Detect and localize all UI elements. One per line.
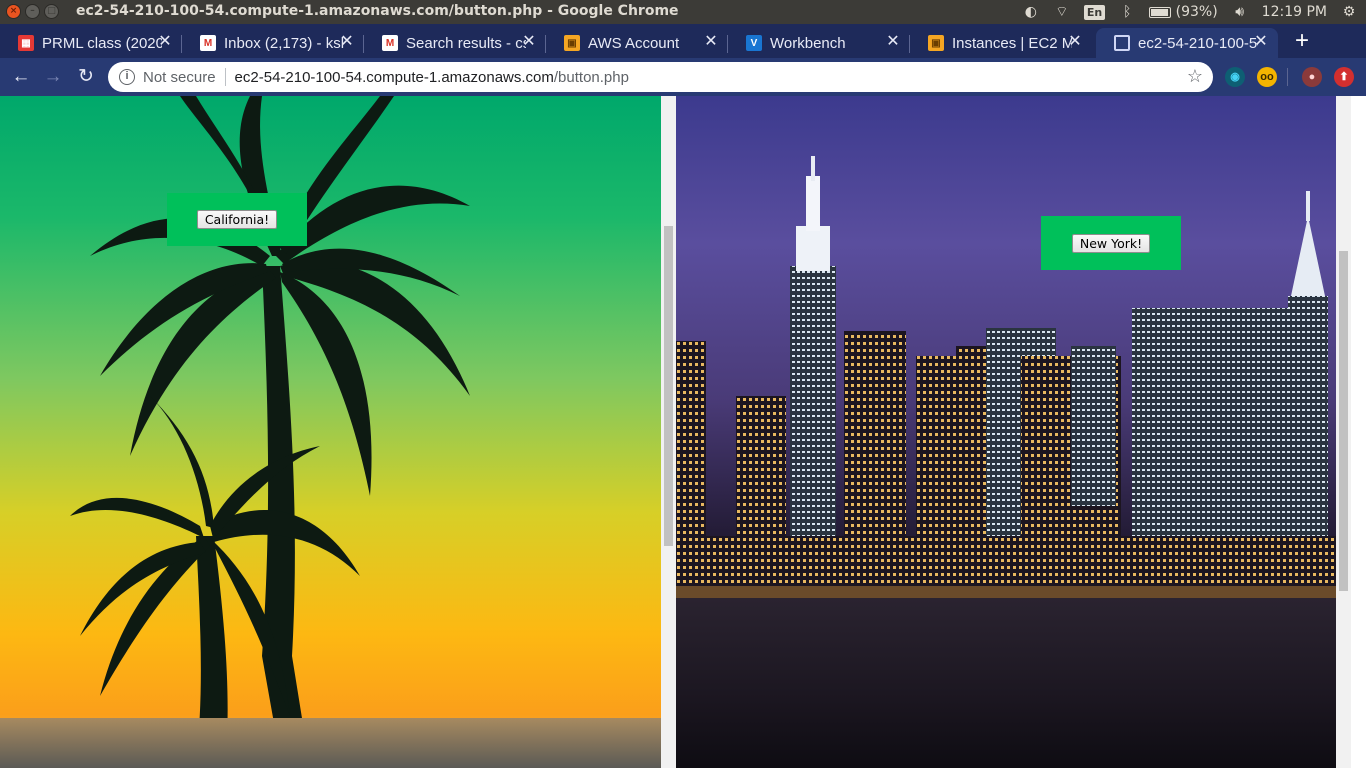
tab-close-icon[interactable]: ✕ bbox=[520, 33, 538, 51]
tab-close-icon[interactable]: ✕ bbox=[1252, 33, 1270, 51]
os-top-bar: × – □ ec2-54-210-100-54.compute-1.amazon… bbox=[0, 0, 1366, 24]
battery-icon bbox=[1149, 6, 1172, 18]
url-path[interactable]: /button.php bbox=[554, 69, 629, 86]
battery-indicator[interactable]: (93%) bbox=[1149, 4, 1218, 20]
volume-icon[interactable]: 🔊︎ bbox=[1231, 3, 1249, 21]
vocareum-icon: V bbox=[746, 35, 762, 51]
tab-label: AWS Account bbox=[588, 34, 680, 52]
gmail-icon: M bbox=[200, 35, 216, 51]
extension-upload-icon[interactable]: ⬆ bbox=[1334, 67, 1354, 87]
address-bar[interactable]: i Not secure ec2-54-210-100-54.compute-1… bbox=[108, 62, 1213, 92]
window-minimize-button[interactable]: – bbox=[25, 4, 40, 19]
new-tab-button[interactable]: + bbox=[1290, 29, 1314, 54]
california-button[interactable]: California! bbox=[196, 210, 278, 229]
window-title: ec2-54-210-100-54.compute-1.amazonaws.co… bbox=[76, 3, 679, 19]
river-water bbox=[676, 598, 1336, 768]
right-frame-scrollbar[interactable] bbox=[1336, 96, 1351, 768]
tab-label: Inbox (2,173) - ksl bbox=[224, 34, 344, 52]
tab-workbench[interactable]: V Workbench ✕ bbox=[728, 28, 910, 58]
tab-label: Instances | EC2 M bbox=[952, 34, 1072, 52]
new-york-panel: New York! bbox=[1041, 216, 1181, 270]
palm-tree-silhouette-image bbox=[70, 96, 470, 768]
bluetooth-icon[interactable]: ᛒ bbox=[1118, 3, 1136, 21]
tab-close-icon[interactable]: ✕ bbox=[1066, 33, 1084, 51]
omnibox-divider bbox=[224, 68, 226, 86]
window-maximize-button[interactable]: □ bbox=[44, 4, 59, 19]
left-scrollbar-thumb[interactable] bbox=[664, 226, 673, 546]
aws-icon: ▣ bbox=[564, 35, 580, 51]
wifi-icon[interactable]: ⌔ bbox=[1053, 3, 1071, 21]
tab-button-php[interactable]: ec2-54-210-100-54 ✕ bbox=[1096, 28, 1278, 58]
profile-avatar[interactable]: ● bbox=[1302, 67, 1322, 87]
system-tray: ◐ ⌔ En ᛒ (93%) 🔊︎ 12:19 PM ⚙ bbox=[1022, 2, 1358, 22]
left-frame-scrollbar[interactable] bbox=[661, 96, 676, 768]
tab-close-icon[interactable]: ✕ bbox=[884, 33, 902, 51]
california-panel: California! bbox=[167, 193, 307, 246]
keyboard-language-indicator[interactable]: En bbox=[1083, 4, 1106, 20]
tab-prml-class[interactable]: ▦ PRML class (2020 ✕ bbox=[0, 28, 182, 58]
tab-label: Search results - cs bbox=[406, 34, 526, 52]
forward-arrow-icon[interactable]: → bbox=[40, 64, 66, 90]
tab-gmail-search[interactable]: M Search results - cs ✕ bbox=[364, 28, 546, 58]
tab-gmail-inbox[interactable]: M Inbox (2,173) - ksl ✕ bbox=[182, 28, 364, 58]
tab-close-icon[interactable]: ✕ bbox=[702, 33, 720, 51]
tab-label: Workbench bbox=[770, 34, 846, 52]
extension-icon[interactable]: ◉ bbox=[1225, 67, 1245, 87]
vpn-icon[interactable]: ◐ bbox=[1022, 3, 1040, 21]
clock[interactable]: 12:19 PM bbox=[1262, 4, 1327, 20]
new-york-button[interactable]: New York! bbox=[1071, 233, 1151, 253]
site-info-icon[interactable]: i bbox=[119, 69, 135, 85]
gmail-icon: M bbox=[382, 35, 398, 51]
globe-icon bbox=[1114, 35, 1130, 51]
window-close-button[interactable]: × bbox=[6, 4, 21, 19]
settings-gear-icon[interactable]: ⚙ bbox=[1340, 3, 1358, 21]
page-margin bbox=[1351, 96, 1366, 768]
tab-ec2-instances[interactable]: ▣ Instances | EC2 M ✕ bbox=[910, 28, 1092, 58]
battery-percentage: (93%) bbox=[1175, 4, 1218, 20]
tab-close-icon[interactable]: ✕ bbox=[156, 33, 174, 51]
calendar-icon: ▦ bbox=[18, 35, 34, 51]
aws-icon: ▣ bbox=[928, 35, 944, 51]
window-controls: × – □ bbox=[6, 4, 59, 19]
security-status[interactable]: Not secure bbox=[143, 69, 216, 86]
tab-label: ec2-54-210-100-54 bbox=[1138, 34, 1258, 52]
browser-toolbar: ← → ↻ i Not secure ec2-54-210-100-54.com… bbox=[0, 58, 1366, 96]
toolbar-divider bbox=[1287, 68, 1288, 86]
page-viewport: California! New York! bbox=[0, 96, 1366, 768]
reload-icon[interactable]: ↻ bbox=[73, 64, 99, 90]
ocean-horizon bbox=[0, 718, 661, 768]
right-scrollbar-thumb[interactable] bbox=[1339, 251, 1348, 591]
new-york-frame bbox=[676, 96, 1336, 768]
browser-tab-strip: ▦ PRML class (2020 ✕ M Inbox (2,173) - k… bbox=[0, 24, 1366, 58]
tab-close-icon[interactable]: ✕ bbox=[338, 33, 356, 51]
bookmark-star-icon[interactable]: ☆ bbox=[1187, 66, 1203, 87]
tab-label: PRML class (2020 bbox=[42, 34, 162, 52]
tab-aws-account[interactable]: ▣ AWS Account ✕ bbox=[546, 28, 728, 58]
url-host[interactable]: ec2-54-210-100-54.compute-1.amazonaws.co… bbox=[235, 69, 554, 86]
back-arrow-icon[interactable]: ← bbox=[8, 64, 34, 90]
extension-owl-icon[interactable]: oo bbox=[1257, 67, 1277, 87]
california-frame bbox=[0, 96, 661, 768]
